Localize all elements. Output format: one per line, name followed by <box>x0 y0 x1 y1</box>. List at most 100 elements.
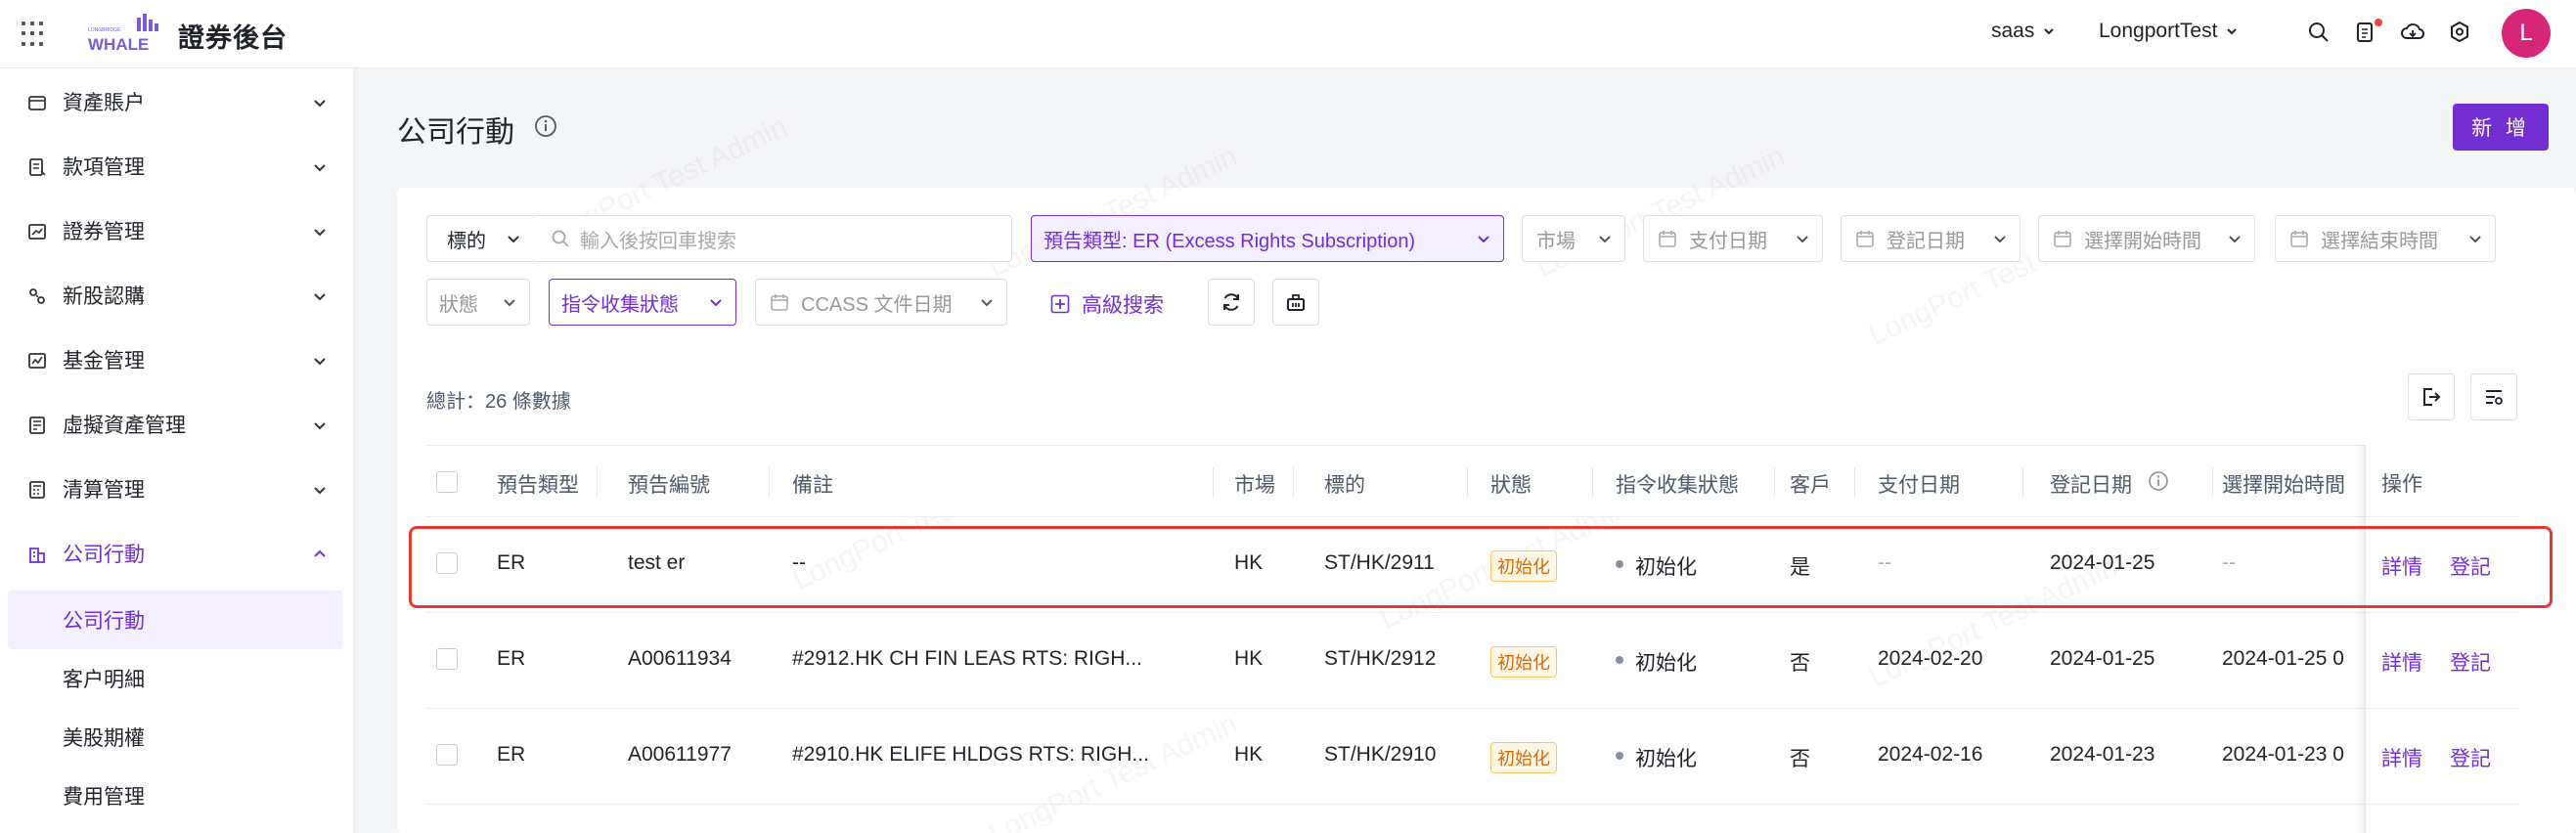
chevron-down-icon <box>314 293 326 301</box>
account-select[interactable]: LongportTest <box>2099 20 2239 43</box>
sidebar-subitem-corporate-actions[interactable]: 公司行動 <box>8 591 342 649</box>
status-label: 狀態 <box>439 293 478 316</box>
advanced-search-link[interactable]: 高級搜索 <box>1050 289 1164 319</box>
column-header[interactable]: 客戶 <box>1790 469 1831 499</box>
new-button[interactable]: 新 增 <box>2453 104 2549 151</box>
search-icon[interactable] <box>2306 20 2332 45</box>
sidebar-item-corporate-actions[interactable]: 公司行動 <box>0 524 355 583</box>
pay-date-picker[interactable]: 支付日期 <box>1643 215 1823 262</box>
select-start-cell: 2024-01-25 0 <box>2222 647 2344 670</box>
sidebar-item-ipo[interactable]: 新股認購 <box>0 266 355 325</box>
subject-type-select[interactable]: 標的 <box>426 215 534 262</box>
sidebar-item-fund-mgmt[interactable]: 基金管理 <box>0 330 355 389</box>
sidebar-subitem-us-options[interactable]: 美股期權 <box>0 708 355 767</box>
column-header[interactable]: 指令收集狀態 <box>1616 469 1739 499</box>
clear-button[interactable] <box>1272 279 1319 326</box>
register-link[interactable]: 登記 <box>2450 647 2491 677</box>
calendar-icon <box>2290 231 2308 247</box>
column-header[interactable]: 市場 <box>1234 469 1275 499</box>
column-header[interactable]: 選擇開始時間 <box>2222 469 2345 499</box>
column-header[interactable]: 狀態 <box>1490 469 1532 499</box>
sidebar-item-securities[interactable]: 證券管理 <box>0 201 355 260</box>
org-select[interactable]: saas <box>1991 20 2056 43</box>
column-settings-button[interactable] <box>2470 373 2517 420</box>
announce-type-cell: ER <box>497 743 526 766</box>
ccass-date-picker[interactable]: CCASS 文件日期 <box>755 279 1007 326</box>
market-select[interactable]: 市場 <box>1522 215 1625 262</box>
announce-no-cell: A00611934 <box>628 647 732 670</box>
select-end-picker[interactable]: 選擇結束時間 <box>2275 215 2496 262</box>
detail-link[interactable]: 詳情 <box>2381 743 2422 772</box>
export-icon <box>2423 388 2441 406</box>
status-badge: 初始化 <box>1490 646 1557 678</box>
column-header[interactable]: 支付日期 <box>1878 469 1960 499</box>
announce-type-label: 預告類型: ER (Excess Rights Subscription) <box>1044 230 1416 252</box>
sidebar-item-label: 清算管理 <box>63 479 145 502</box>
sidebar-item-label: 基金管理 <box>63 350 145 373</box>
sidebar-item-accounts[interactable]: 資產賬户 <box>0 72 355 131</box>
search-input[interactable]: 輸入後按回車搜索 <box>533 215 1012 262</box>
refresh-icon <box>1223 293 1239 311</box>
clear-icon <box>1287 294 1305 311</box>
ccass-date-label: CCASS 文件日期 <box>801 293 953 316</box>
market-label: 市場 <box>1536 230 1576 252</box>
sidebar-item-crypto[interactable]: 虛擬資產管理 <box>0 395 355 454</box>
chevron-down-icon <box>314 358 326 366</box>
info-icon[interactable] <box>534 114 557 138</box>
chevron-down-icon <box>508 236 519 243</box>
sidebar-item-funds[interactable]: 款項管理 <box>0 137 355 196</box>
instruction-status-select[interactable]: 指令收集狀態 <box>549 279 736 326</box>
account-select-label: LongportTest <box>2099 20 2218 42</box>
sidebar-item-label: 證券管理 <box>63 221 145 243</box>
document-icon <box>29 158 46 176</box>
announce-no-cell: A00611977 <box>628 743 732 766</box>
brand-title: 證券後台 <box>178 23 288 53</box>
sidebar-subitem-label: 公司行動 <box>63 610 145 633</box>
status-dot <box>1616 752 1623 760</box>
advanced-search-label: 高級搜索 <box>1082 294 1164 317</box>
chevron-down-icon <box>2044 28 2055 35</box>
detail-link[interactable]: 詳情 <box>2381 647 2422 677</box>
chevron-down-icon <box>504 299 515 307</box>
cloud-download-icon[interactable] <box>2400 20 2425 45</box>
register-link[interactable]: 登記 <box>2450 743 2491 772</box>
export-button[interactable] <box>2408 373 2455 420</box>
select-start-picker[interactable]: 選擇開始時間 <box>2038 215 2255 262</box>
pay-date-cell: 2024-02-20 <box>1878 647 1983 670</box>
row-checkbox[interactable] <box>436 744 458 766</box>
whale-logo: LONGBRIDGE WHALE <box>88 14 158 53</box>
record-date-picker[interactable]: 登記日期 <box>1841 215 2021 262</box>
column-header[interactable]: 登記日期 <box>2050 469 2132 499</box>
sidebar-item-clearing[interactable]: 清算管理 <box>0 460 355 518</box>
page-title: 公司行動 <box>397 116 514 149</box>
settings-icon[interactable] <box>2447 20 2472 45</box>
top-header: LONGBRIDGE WHALE 證券後台 saas LongportTest … <box>0 0 2576 68</box>
column-header[interactable]: 預告類型 <box>497 469 579 499</box>
chevron-down-icon <box>314 422 326 430</box>
status-select[interactable]: 狀態 <box>426 279 530 326</box>
instruction-status-cell: 初始化 <box>1635 748 1697 770</box>
calendar-icon <box>1856 231 1874 247</box>
column-header[interactable]: 備註 <box>792 469 833 499</box>
column-header: 操作 <box>2381 473 2422 496</box>
column-header[interactable]: 預告編號 <box>628 469 710 499</box>
crypto-icon <box>29 416 45 434</box>
chevron-down-icon <box>1599 236 1611 243</box>
chevron-down-icon <box>314 100 326 108</box>
info-icon[interactable] <box>2148 470 2169 492</box>
row-checkbox[interactable] <box>436 648 458 670</box>
pay-date-cell: 2024-02-16 <box>1878 743 1983 766</box>
sidebar-subitem-client-details[interactable]: 客户明細 <box>0 649 355 708</box>
chevron-down-icon <box>710 299 722 307</box>
avatar[interactable]: L <box>2502 9 2551 58</box>
refresh-button[interactable] <box>1208 279 1255 326</box>
sidebar-subitem-fees[interactable]: 費用管理 <box>0 767 355 825</box>
select-all-checkbox[interactable] <box>436 471 458 493</box>
highlight-box <box>409 526 2553 608</box>
announce-type-select[interactable]: 預告類型: ER (Excess Rights Subscription) <box>1031 215 1504 262</box>
app-grid-icon[interactable] <box>22 22 47 47</box>
sidebar-subitem-label: 客户明細 <box>63 669 145 691</box>
column-header[interactable]: 標的 <box>1324 469 1365 499</box>
market-cell: HK <box>1234 647 1264 670</box>
org-select-label: saas <box>1991 20 2035 42</box>
